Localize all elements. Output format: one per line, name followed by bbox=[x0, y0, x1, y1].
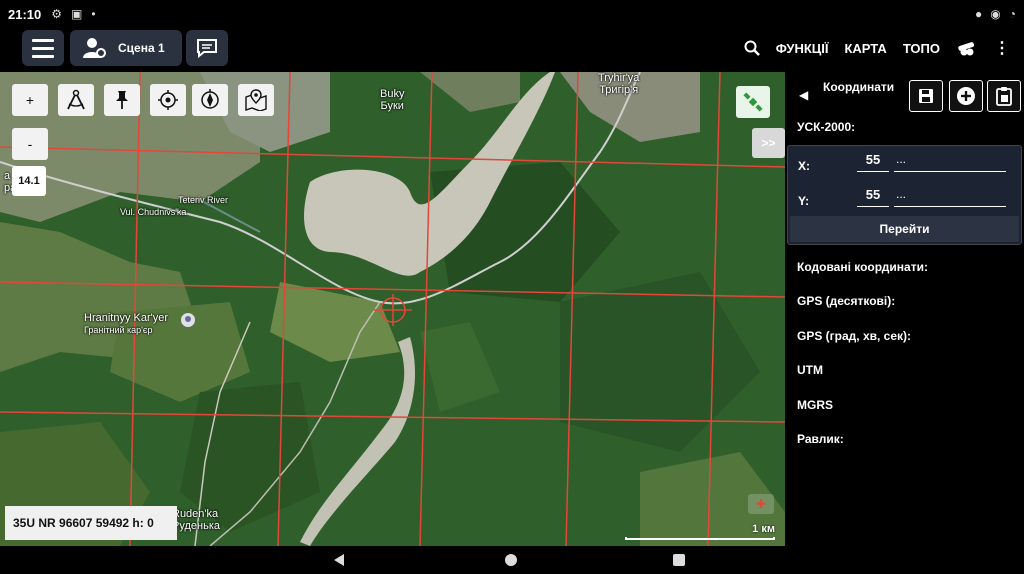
wifi-status-icon: ◔ bbox=[1008, 7, 1016, 21]
label-teteriv: Teteriv River bbox=[178, 195, 229, 205]
satellite-imagery bbox=[0, 72, 785, 546]
map-view[interactable]: Buky Буки Tryhir'ya Тригір'я Teteriv Riv… bbox=[0, 72, 785, 546]
gps-button[interactable] bbox=[736, 86, 770, 118]
y-ext-input[interactable]: ... bbox=[894, 187, 1006, 207]
top-app-bar: Сцена 1 ФУНКЦІЇ КАРТА ТОПО ⋮ bbox=[0, 28, 1024, 72]
cannon-icon[interactable] bbox=[956, 40, 978, 56]
y-label: Y: bbox=[798, 194, 810, 208]
x-label: X: bbox=[798, 159, 810, 173]
pin-icon bbox=[116, 91, 128, 109]
chat-icon bbox=[197, 39, 217, 58]
zoom-in-button[interactable]: + bbox=[12, 84, 48, 116]
eye-status-icon: ◉ bbox=[990, 7, 1001, 21]
settings-status-icon: ⚙ bbox=[51, 7, 63, 21]
compass-ruler-icon bbox=[67, 89, 85, 110]
dot-status-icon: • bbox=[91, 7, 96, 21]
add-circle-icon bbox=[957, 87, 975, 105]
encoded-coords-label: Кодовані координати: bbox=[797, 260, 928, 274]
pin-button[interactable] bbox=[104, 84, 140, 116]
paste-button[interactable] bbox=[987, 80, 1021, 112]
map-overlay-icon: ✚ bbox=[755, 497, 767, 511]
label-chudniv: Vul. Chudnivs'ka bbox=[120, 207, 187, 217]
zoom-level-badge[interactable]: 14.1 bbox=[12, 166, 46, 196]
functions-menu[interactable]: ФУНКЦІЇ bbox=[776, 41, 829, 56]
system-label: УСК-2000: bbox=[797, 120, 856, 134]
scale-line bbox=[625, 537, 775, 540]
status-bar: 21:10 ⚙ ▣ • ● ◉ ◔ bbox=[0, 0, 1024, 28]
compass-icon bbox=[201, 89, 219, 109]
back-nav-icon[interactable] bbox=[334, 554, 344, 566]
scale-label: 1 км bbox=[752, 523, 775, 535]
menu-button[interactable] bbox=[22, 30, 64, 66]
scene-label: Сцена 1 bbox=[118, 41, 165, 55]
label-tryhir-latin: Tryhir'ya bbox=[598, 72, 640, 84]
coordinate-readout: 35U NR 96607 59492 h: 0 bbox=[5, 506, 177, 540]
go-button[interactable]: Перейти bbox=[790, 216, 1019, 242]
label-buky: Buky Буки bbox=[380, 88, 404, 112]
utm-label: UTM bbox=[797, 363, 823, 377]
save-icon bbox=[919, 89, 933, 103]
mgrs-label: MGRS bbox=[797, 398, 833, 412]
satellite-icon bbox=[743, 92, 763, 112]
back-arrow-icon[interactable]: ◀ bbox=[799, 88, 808, 102]
x-ext-input[interactable]: ... bbox=[894, 152, 1006, 172]
label-rudenka-latin: Ruden'ka bbox=[172, 508, 219, 520]
gps-decimal-label: GPS (десяткові): bbox=[797, 294, 896, 308]
map-marker-icon bbox=[245, 89, 267, 111]
map-overlay-toggle[interactable]: ✚ bbox=[748, 494, 774, 514]
user-settings-icon bbox=[83, 38, 106, 58]
collapse-panel-button[interactable]: >> bbox=[752, 128, 785, 158]
location-status-icon: ● bbox=[975, 7, 983, 21]
clipboard-icon bbox=[996, 87, 1012, 106]
compass-button[interactable] bbox=[192, 84, 228, 116]
scale-bar: 1 км bbox=[625, 523, 775, 540]
my-location-icon bbox=[158, 90, 178, 110]
save-button[interactable] bbox=[909, 80, 943, 112]
label-tryhir-cyr: Тригір'я bbox=[599, 84, 639, 96]
gps-dms-label: GPS (град, хв, сек): bbox=[797, 329, 912, 343]
panel-title: Координати bbox=[823, 80, 895, 94]
menu-line bbox=[32, 54, 54, 58]
zoom-level-value: 14.1 bbox=[18, 175, 40, 187]
menu-line bbox=[32, 46, 54, 50]
map-layers-button[interactable] bbox=[238, 84, 274, 116]
label-buky-latin: Buky bbox=[380, 88, 405, 100]
topo-menu[interactable]: ТОПО bbox=[903, 41, 940, 56]
label-quarry-cyr: Гранітний кар'єр bbox=[84, 325, 153, 335]
label-buky-cyr: Буки bbox=[380, 100, 404, 112]
label-rudenka: Ruden'ka Руденька bbox=[172, 508, 220, 532]
panel-header: ◀ Координати bbox=[785, 76, 1024, 116]
system-nav-bar bbox=[0, 546, 1024, 574]
image-status-icon: ▣ bbox=[71, 7, 83, 21]
y-input[interactable]: 55 bbox=[857, 187, 889, 207]
label-quarry: Hranitnyy Kar'yer Гранітний кар'єр bbox=[84, 312, 168, 336]
add-button[interactable] bbox=[949, 80, 983, 112]
zoom-out-button[interactable]: - bbox=[12, 128, 48, 160]
coordinate-input-box: X: 55 ... Y: 55 ... Перейти bbox=[787, 145, 1022, 245]
label-rudenka-cyr: Руденька bbox=[172, 520, 220, 532]
search-icon[interactable] bbox=[744, 40, 760, 56]
home-nav-icon[interactable] bbox=[505, 554, 517, 566]
ravlyk-label: Равлик: bbox=[797, 432, 844, 446]
my-location-button[interactable] bbox=[150, 84, 186, 116]
coordinates-panel: ◀ Координати УСК-2000: X: 55 ... Y: 55 .… bbox=[785, 72, 1024, 546]
scene-button[interactable]: Сцена 1 bbox=[70, 30, 182, 66]
recents-nav-icon[interactable] bbox=[673, 554, 685, 566]
chat-button[interactable] bbox=[186, 30, 228, 66]
x-input[interactable]: 55 bbox=[857, 152, 889, 172]
status-time: 21:10 bbox=[8, 6, 42, 22]
map-menu[interactable]: КАРТА bbox=[844, 41, 886, 56]
menu-line bbox=[32, 38, 54, 42]
compass-ruler-button[interactable] bbox=[58, 84, 94, 116]
more-options-icon[interactable]: ⋮ bbox=[994, 38, 1010, 58]
label-tryhir: Tryhir'ya Тригір'я bbox=[598, 72, 639, 96]
label-quarry-latin: Hranitnyy Kar'yer bbox=[84, 312, 169, 324]
